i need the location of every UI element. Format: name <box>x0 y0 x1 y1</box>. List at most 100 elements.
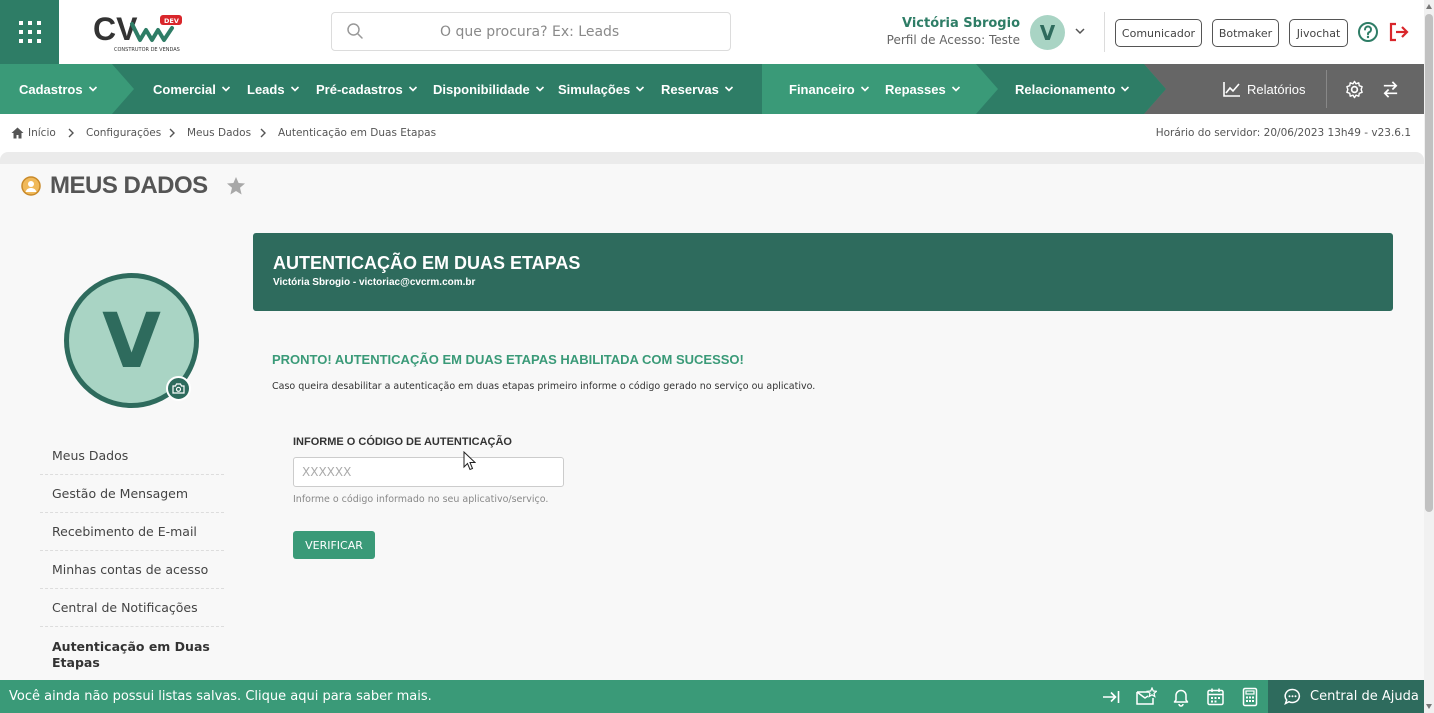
top-divider <box>1104 12 1105 52</box>
chevron-down-icon <box>221 86 230 92</box>
nav-label: Reservas <box>661 81 719 97</box>
chart-line-icon <box>1223 82 1240 97</box>
card-subtitle: Victória Sbrogio - victoriac@cvcrm.com.b… <box>273 277 476 288</box>
chevron-down-icon <box>860 86 869 92</box>
chevron-down-icon <box>1121 86 1130 92</box>
nav-repasses[interactable]: Repasses <box>885 64 961 114</box>
chevron-down-icon <box>724 86 733 92</box>
chevron-down-icon <box>290 86 299 92</box>
nav-comercial[interactable]: Comercial <box>153 64 231 114</box>
saved-lists-message[interactable]: Você ainda não possui listas salvas. Cli… <box>9 689 432 704</box>
arrow-to-right-icon[interactable] <box>1101 687 1121 707</box>
chevron-down-icon <box>535 86 544 92</box>
chevron-down-icon <box>951 86 960 92</box>
bottom-bar: Você ainda não possui listas salvas. Cli… <box>0 680 1424 713</box>
help-center-button[interactable]: Central de Ajuda <box>1268 680 1424 713</box>
verify-button[interactable]: VERIFICAR <box>293 531 375 559</box>
logo-tagline: CONSTRUTOR DE VENDAS <box>114 47 180 53</box>
top-bar: CV DEV CONSTRUTOR DE VENDAS Victória Sbr… <box>0 0 1424 64</box>
side-item-central-notificacoes[interactable]: Central de Notificações <box>40 589 224 627</box>
code-field-label: INFORME O CÓDIGO DE AUTENTICAÇÃO <box>293 436 512 448</box>
nav-relatorios[interactable]: Relatórios <box>1223 64 1306 114</box>
swap-arrows-icon[interactable] <box>1381 80 1400 99</box>
help-center-label: Central de Ajuda <box>1310 689 1419 704</box>
breadcrumb-autenticacao: Autenticação em Duas Etapas <box>278 127 437 139</box>
scroll-down-arrow-icon[interactable] <box>1425 703 1433 710</box>
user-name: Victória Sbrogio <box>901 16 1020 31</box>
side-item-recebimento-email[interactable]: Recebimento de E-mail <box>40 513 224 551</box>
breadcrumb-inicio[interactable]: Início <box>28 127 56 139</box>
nav-label: Disponibilidade <box>433 81 530 97</box>
code-input[interactable] <box>293 457 564 487</box>
user-avatar[interactable]: V <box>1030 15 1065 50</box>
card-title: AUTENTICAÇÃO EM DUAS ETAPAS <box>273 253 581 273</box>
chevron-down-icon <box>408 86 417 92</box>
search-icon <box>347 23 363 39</box>
main-nav: Cadastros Comercial Leads Pré-cadastros … <box>0 64 1424 114</box>
nav-label: Leads <box>247 81 285 97</box>
chevron-down-icon <box>88 86 97 92</box>
bell-icon[interactable] <box>1172 687 1190 707</box>
scrollbar-thumb[interactable] <box>1425 14 1433 512</box>
side-item-contas-acesso[interactable]: Minhas contas de acesso <box>40 551 224 589</box>
nav-label: Pré-cadastros <box>316 81 403 97</box>
server-time: Horário do servidor: 20/06/2023 13h49 - … <box>1155 127 1411 139</box>
nav-label: Repasses <box>885 81 946 97</box>
nav-label: Financeiro <box>789 81 855 97</box>
nav-label: Simulações <box>558 81 631 97</box>
chevron-down-icon[interactable] <box>1074 25 1086 37</box>
cv-logo[interactable]: CV DEV CONSTRUTOR DE VENDAS <box>92 11 192 54</box>
chat-bubble-icon <box>1284 688 1301 705</box>
user-profile: Perfil de Acesso: Teste <box>886 33 1020 47</box>
chevron-right-icon <box>68 128 74 138</box>
card-header: AUTENTICAÇÃO EM DUAS ETAPAS Victória Sbr… <box>253 233 1393 311</box>
breadcrumb-meus-dados[interactable]: Meus Dados <box>187 127 251 139</box>
nav-disponibilidade[interactable]: Disponibilidade <box>433 64 545 114</box>
nav-reservas[interactable]: Reservas <box>661 64 734 114</box>
calendar-icon[interactable] <box>1206 687 1225 707</box>
page-title: MEUS DADOS <box>50 172 208 199</box>
user-settings-icon <box>21 176 41 196</box>
camera-icon <box>172 383 185 394</box>
chevron-right-icon <box>260 128 266 138</box>
calculator-icon[interactable] <box>1241 687 1259 707</box>
search-input[interactable] <box>332 13 730 50</box>
nav-label: Relatórios <box>1247 81 1306 97</box>
jivochat-button[interactable]: Jivochat <box>1289 19 1348 47</box>
mail-star-icon[interactable] <box>1135 687 1157 707</box>
user-info[interactable]: Victória Sbrogio Perfil de Acesso: Teste <box>870 16 1020 48</box>
side-item-autenticacao[interactable]: Autenticação em Duas Etapas <box>40 627 224 671</box>
nav-relacionamento[interactable]: Relacionamento <box>1015 64 1130 114</box>
nav-pre-cadastros[interactable]: Pré-cadastros <box>316 64 418 114</box>
botmaker-button[interactable]: Botmaker <box>1212 19 1279 47</box>
apps-menu-button[interactable] <box>0 0 59 64</box>
breadcrumb-configuracoes[interactable]: Configurações <box>86 127 161 139</box>
nav-label: Cadastros <box>19 81 83 97</box>
logo-badge: DEV <box>164 17 179 25</box>
success-title: PRONTO! AUTENTICAÇÃO EM DUAS ETAPAS HABI… <box>272 352 744 367</box>
comunicador-button[interactable]: Comunicador <box>1115 19 1202 47</box>
side-menu: Meus Dados Gestão de Mensagem Recebiment… <box>40 437 224 671</box>
logout-icon[interactable] <box>1388 22 1410 42</box>
logo-text: CV <box>93 12 138 47</box>
nav-leads[interactable]: Leads <box>247 64 300 114</box>
nav-label: Relacionamento <box>1015 81 1116 97</box>
gear-icon[interactable] <box>1345 80 1364 99</box>
nav-label: Comercial <box>153 81 216 97</box>
side-item-meus-dados[interactable]: Meus Dados <box>40 437 224 475</box>
code-field-help: Informe o código informado no seu aplica… <box>293 494 549 505</box>
change-photo-button[interactable] <box>166 376 191 401</box>
chevron-down-icon <box>636 86 645 92</box>
nav-simulacoes[interactable]: Simulações <box>558 64 645 114</box>
star-icon[interactable] <box>226 176 246 196</box>
nav-cadastros[interactable]: Cadastros <box>19 64 98 114</box>
nav-financeiro[interactable]: Financeiro <box>789 64 870 114</box>
search-box[interactable] <box>331 12 731 51</box>
scroll-up-arrow-icon[interactable] <box>1425 3 1433 10</box>
side-item-gestao-mensagem[interactable]: Gestão de Mensagem <box>40 475 224 513</box>
help-icon[interactable] <box>1357 21 1379 43</box>
breadcrumb: Início Configurações Meus Dados Autentic… <box>0 114 1424 154</box>
chevron-right-icon <box>169 128 175 138</box>
home-icon[interactable] <box>11 127 24 139</box>
success-description: Caso queira desabilitar a autenticação e… <box>272 381 816 392</box>
